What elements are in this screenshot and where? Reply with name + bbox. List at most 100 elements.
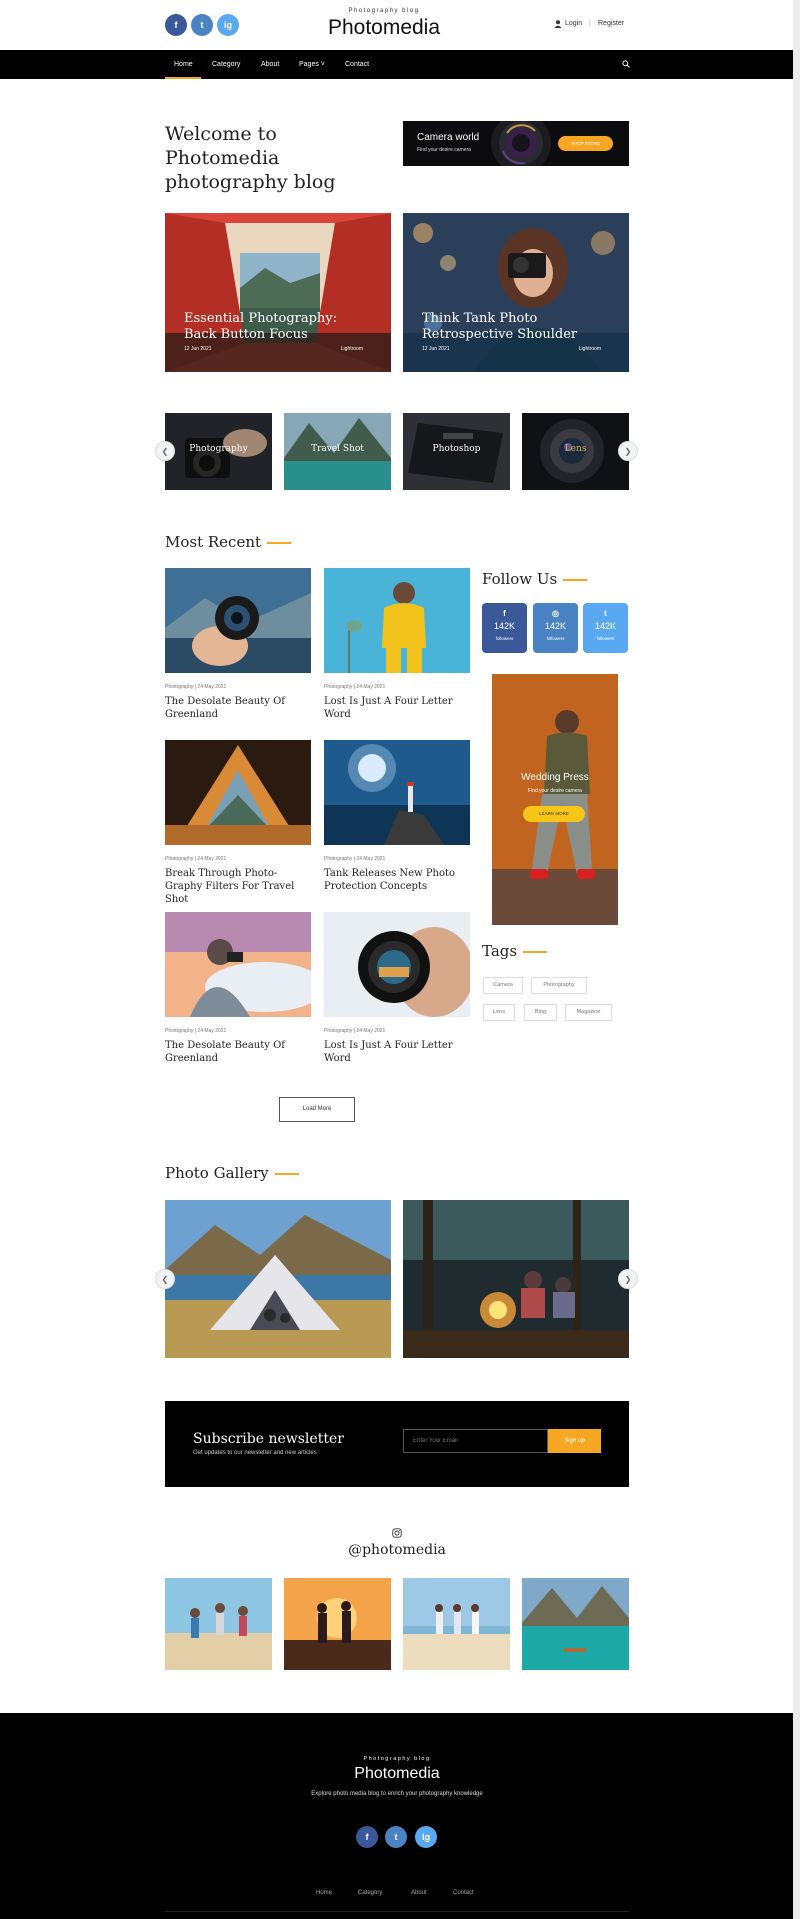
instagram-icon: ◎ [552,609,559,618]
follower-label: followers [495,636,514,641]
post-card[interactable]: Photography | 24 May 2021 Break Through … [165,740,311,906]
category-label: Photography [189,444,248,454]
follow-twitter[interactable]: t 142K followers [583,603,628,653]
shop-store-button[interactable]: SHOP STORE [558,136,613,151]
instagram-icon[interactable]: ig [415,1826,437,1848]
post-card[interactable]: Photography | 24 May 2021 Lost Is Just A… [324,568,470,721]
instagram-icon[interactable] [392,1528,402,1538]
heading-accent-line [267,542,292,544]
post-title[interactable]: Lost Is Just A Four Letter Word [324,1039,470,1065]
post-card[interactable]: Photography | 24 May 2021 The Desolate B… [165,568,311,721]
post-image [324,568,470,673]
instagram-post[interactable] [284,1578,391,1670]
gallery-prev-button[interactable]: ❮ [155,1269,175,1289]
featured-post-2[interactable]: Think Tank Photo Retrospective Shoulder … [403,213,629,372]
wedding-ad-image [492,674,618,925]
follower-count: 142K [493,621,516,631]
post-title[interactable]: Lost Is Just A Four Letter Word [324,695,470,721]
page-scrollbar[interactable] [793,0,800,1919]
post-title[interactable]: The Desolate Beauty Of Greenland [165,695,311,721]
post-meta: Photography | 24 May 2021 [165,856,227,862]
newsletter-section: Subscribe newsletter Get updates to our … [165,1401,629,1487]
twitter-icon[interactable]: t [191,14,213,36]
footer-brand[interactable]: Photomedia [300,1765,494,1783]
follower-count: 142K [544,621,567,631]
follow-instagram[interactable]: ◎ 142K followers [533,603,578,653]
footer-link-about[interactable]: About [411,1890,427,1896]
heading-accent-line [523,951,548,953]
login-link[interactable]: Login [565,20,582,27]
instagram-handle[interactable]: @photomedia [300,1542,494,1558]
post-card[interactable]: Photography | 24 May 2021 The Desolate B… [165,912,311,1065]
instagram-post[interactable] [522,1578,629,1670]
email-input[interactable] [403,1429,548,1453]
post-meta: Photography | 24 May 2021 [165,684,227,690]
photo-gallery-heading: Photo Gallery [165,1164,299,1182]
category-card-photography[interactable]: Photography [165,413,272,490]
nav-home[interactable]: Home [174,50,193,79]
tag-item[interactable]: Blog [524,1004,557,1021]
learn-more-button[interactable]: LEARN MORE [523,806,585,822]
load-more-button[interactable]: Load More [279,1097,355,1122]
category-label: Lens [564,444,587,454]
footer: Photography blog Photomedia Explore phot… [0,1713,793,1919]
carousel-prev-button[interactable]: ❮ [155,441,175,461]
category-card-travel[interactable]: Travel Shot [284,413,391,490]
facebook-icon: f [503,609,506,618]
follow-facebook[interactable]: f 142K followers [482,603,527,653]
category-label: Travel Shot [311,444,364,454]
tags-title: Tags [482,942,518,960]
footer-link-category[interactable]: Category [358,1890,382,1896]
heading-accent-line [274,1173,299,1175]
category-card-lens[interactable]: Lens [522,413,629,490]
tag-item[interactable]: Photography [531,977,587,994]
featured-category-1: Lightroom [340,346,363,352]
tag-item[interactable]: Lens [483,1004,515,1021]
search-icon[interactable] [622,60,630,68]
tag-item[interactable]: Camera [483,977,523,994]
carousel-next-button[interactable]: ❯ [618,441,638,461]
facebook-icon[interactable]: f [356,1826,378,1848]
camera-banner[interactable]: Camera world Find your desire camera SHO… [403,121,629,166]
post-meta: Photography | 24 May 2021 [324,684,386,690]
featured-post-1[interactable]: Essential Photography: Back Button Focus… [165,213,391,372]
nav-category[interactable]: Category [212,50,240,79]
main-nav: Home Category About Pages ˅ Contact [0,50,793,79]
gallery-image-campfire[interactable] [403,1200,629,1358]
post-card[interactable]: Photography | 24 May 2021 Tank Releases … [324,740,470,893]
gallery-next-button[interactable]: ❯ [618,1269,638,1289]
post-meta: Photography | 24 May 2021 [324,1028,386,1034]
category-card-photoshop[interactable]: Photoshop [403,413,510,490]
twitter-icon[interactable]: t [385,1826,407,1848]
instagram-post[interactable] [165,1578,272,1670]
follower-label: followers [546,636,565,641]
post-card[interactable]: Photography | 24 May 2021 Lost Is Just A… [324,912,470,1065]
register-link[interactable]: Register [598,20,624,27]
nav-active-indicator [165,77,201,79]
photo-gallery-title: Photo Gallery [165,1164,269,1182]
nav-pages[interactable]: Pages ˅ [299,50,325,79]
post-title[interactable]: The Desolate Beauty Of Greenland [165,1039,311,1065]
chevron-left-icon: ❮ [161,446,169,456]
follow-us-heading: Follow Us [482,570,588,588]
banner-subtitle: Find your desire camera [417,147,471,153]
follower-label: followers [596,636,615,641]
instagram-post[interactable] [403,1578,510,1670]
featured-title-1: Essential Photography: Back Button Focus [184,311,338,342]
signup-button[interactable]: Sign up [548,1429,601,1453]
brand-tagline: Photography blog [348,8,420,14]
post-title[interactable]: Tank Releases New Photo Protection Conce… [324,867,470,893]
gallery-image-tent[interactable] [165,1200,391,1358]
post-image [165,912,311,1017]
wedding-press-ad[interactable]: Wedding Press Find your desire camera LE… [492,674,618,925]
instagram-icon[interactable]: ig [217,14,239,36]
nav-contact[interactable]: Contact [345,50,369,79]
brand-logo[interactable]: Photomedia [300,16,468,40]
tag-item[interactable]: Magazine [565,1004,612,1021]
post-title[interactable]: Break Through Photo-Graphy Filters For T… [165,867,311,906]
footer-link-contact[interactable]: Contact [453,1890,474,1896]
footer-link-home[interactable]: Home [316,1890,332,1896]
facebook-icon[interactable]: f [165,14,187,36]
chevron-left-icon: ❮ [161,1274,169,1284]
nav-about[interactable]: About [261,50,279,79]
